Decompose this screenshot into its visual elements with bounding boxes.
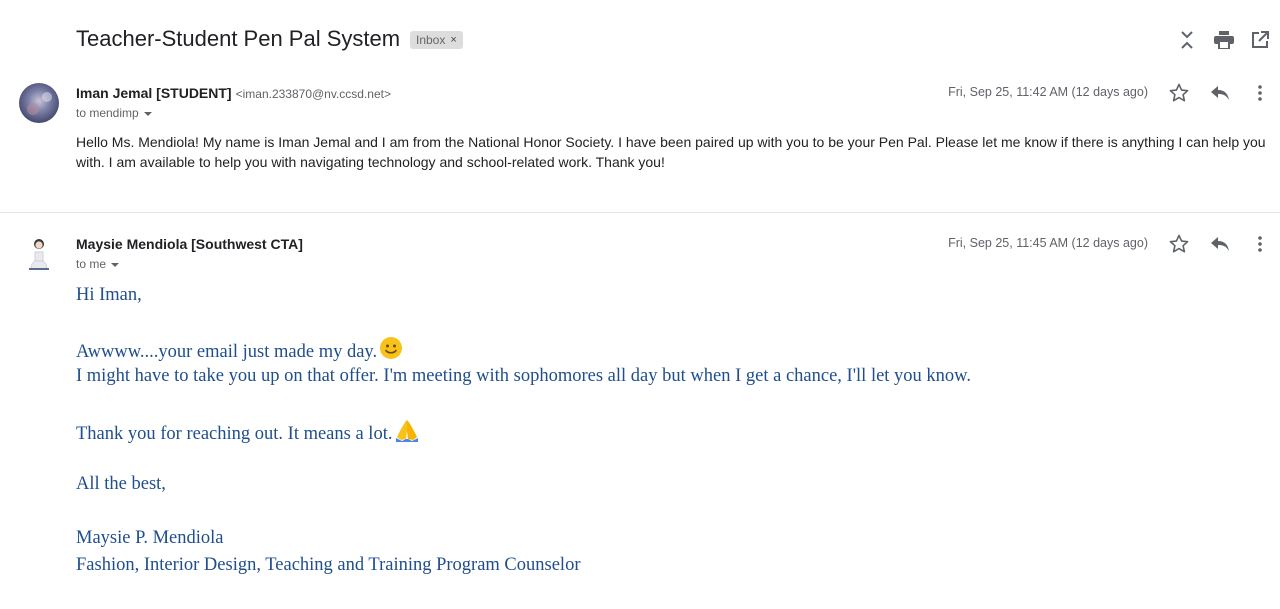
- message-2: Maysie Mendiola [Southwest CTA] to me Fr…: [0, 213, 1280, 283]
- body-line: All the best,: [76, 474, 166, 494]
- body-line-with-emoji: Awwww....your email just made my day.: [76, 336, 1266, 363]
- reply-icon[interactable]: [1208, 81, 1232, 105]
- recipients-dropdown[interactable]: to me: [76, 257, 120, 271]
- star-icon[interactable]: [1167, 232, 1191, 256]
- recipients-dropdown[interactable]: to mendimp: [76, 106, 153, 120]
- caret-down-icon: [110, 257, 120, 271]
- collapse-icon[interactable]: [1175, 28, 1199, 52]
- avatar: [19, 83, 59, 123]
- star-icon[interactable]: [1167, 81, 1191, 105]
- thread-subject: Teacher-Student Pen Pal System: [76, 26, 401, 51]
- thread-header: Teacher-Student Pen Pal System Inbox ×: [0, 0, 1280, 70]
- recipients-text: to mendimp: [76, 106, 139, 120]
- body-line: I might have to take you up on that offe…: [76, 366, 971, 386]
- sender-line: Iman Jemal [STUDENT] <iman.233870@nv.ccsd…: [76, 85, 391, 101]
- more-vert-icon[interactable]: [1248, 232, 1272, 256]
- label-text: Inbox: [416, 33, 446, 47]
- message-1-body: Hello Ms. Mendiola! My name is Iman Jema…: [76, 134, 1266, 170]
- message-date: Fri, Sep 25, 11:42 AM (12 days ago): [948, 85, 1148, 99]
- recipients-text: to me: [76, 257, 107, 271]
- message-2-body: Hi Iman, Awwww....your email just made m…: [76, 282, 1266, 579]
- sender-line: Maysie Mendiola [Southwest CTA]: [76, 236, 303, 252]
- body-line-with-emoji: Thank you for reaching out. It means a l…: [76, 417, 1266, 444]
- more-vert-icon[interactable]: [1248, 81, 1272, 105]
- remove-label-icon[interactable]: ×: [450, 34, 456, 46]
- caret-down-icon: [143, 106, 153, 120]
- body-line: [76, 444, 1266, 471]
- body-line-text: Awwww....your email just made my day.: [76, 341, 378, 362]
- body-line: [76, 390, 1266, 417]
- sender-email: <iman.233870@nv.ccsd.net>: [235, 87, 391, 101]
- sender-name: Maysie Mendiola [Southwest CTA]: [76, 236, 303, 252]
- inbox-label-chip[interactable]: Inbox ×: [410, 31, 463, 49]
- folded-hands-emoji: [394, 417, 420, 452]
- body-line: Hi Iman,: [76, 285, 142, 305]
- open-in-new-window-icon[interactable]: [1248, 28, 1272, 52]
- signature-name: Maysie P. Mendiola: [76, 528, 224, 548]
- signature-title: Fashion, Interior Design, Teaching and T…: [76, 555, 581, 575]
- print-icon[interactable]: [1212, 28, 1236, 52]
- message-date: Fri, Sep 25, 11:45 AM (12 days ago): [948, 236, 1148, 250]
- body-line: [76, 498, 1266, 525]
- reply-icon[interactable]: [1208, 232, 1232, 256]
- avatar: [19, 233, 59, 273]
- body-line: [76, 309, 1266, 336]
- sender-name: Iman Jemal [STUDENT]: [76, 85, 232, 101]
- body-line-text: Thank you for reaching out. It means a l…: [76, 423, 393, 444]
